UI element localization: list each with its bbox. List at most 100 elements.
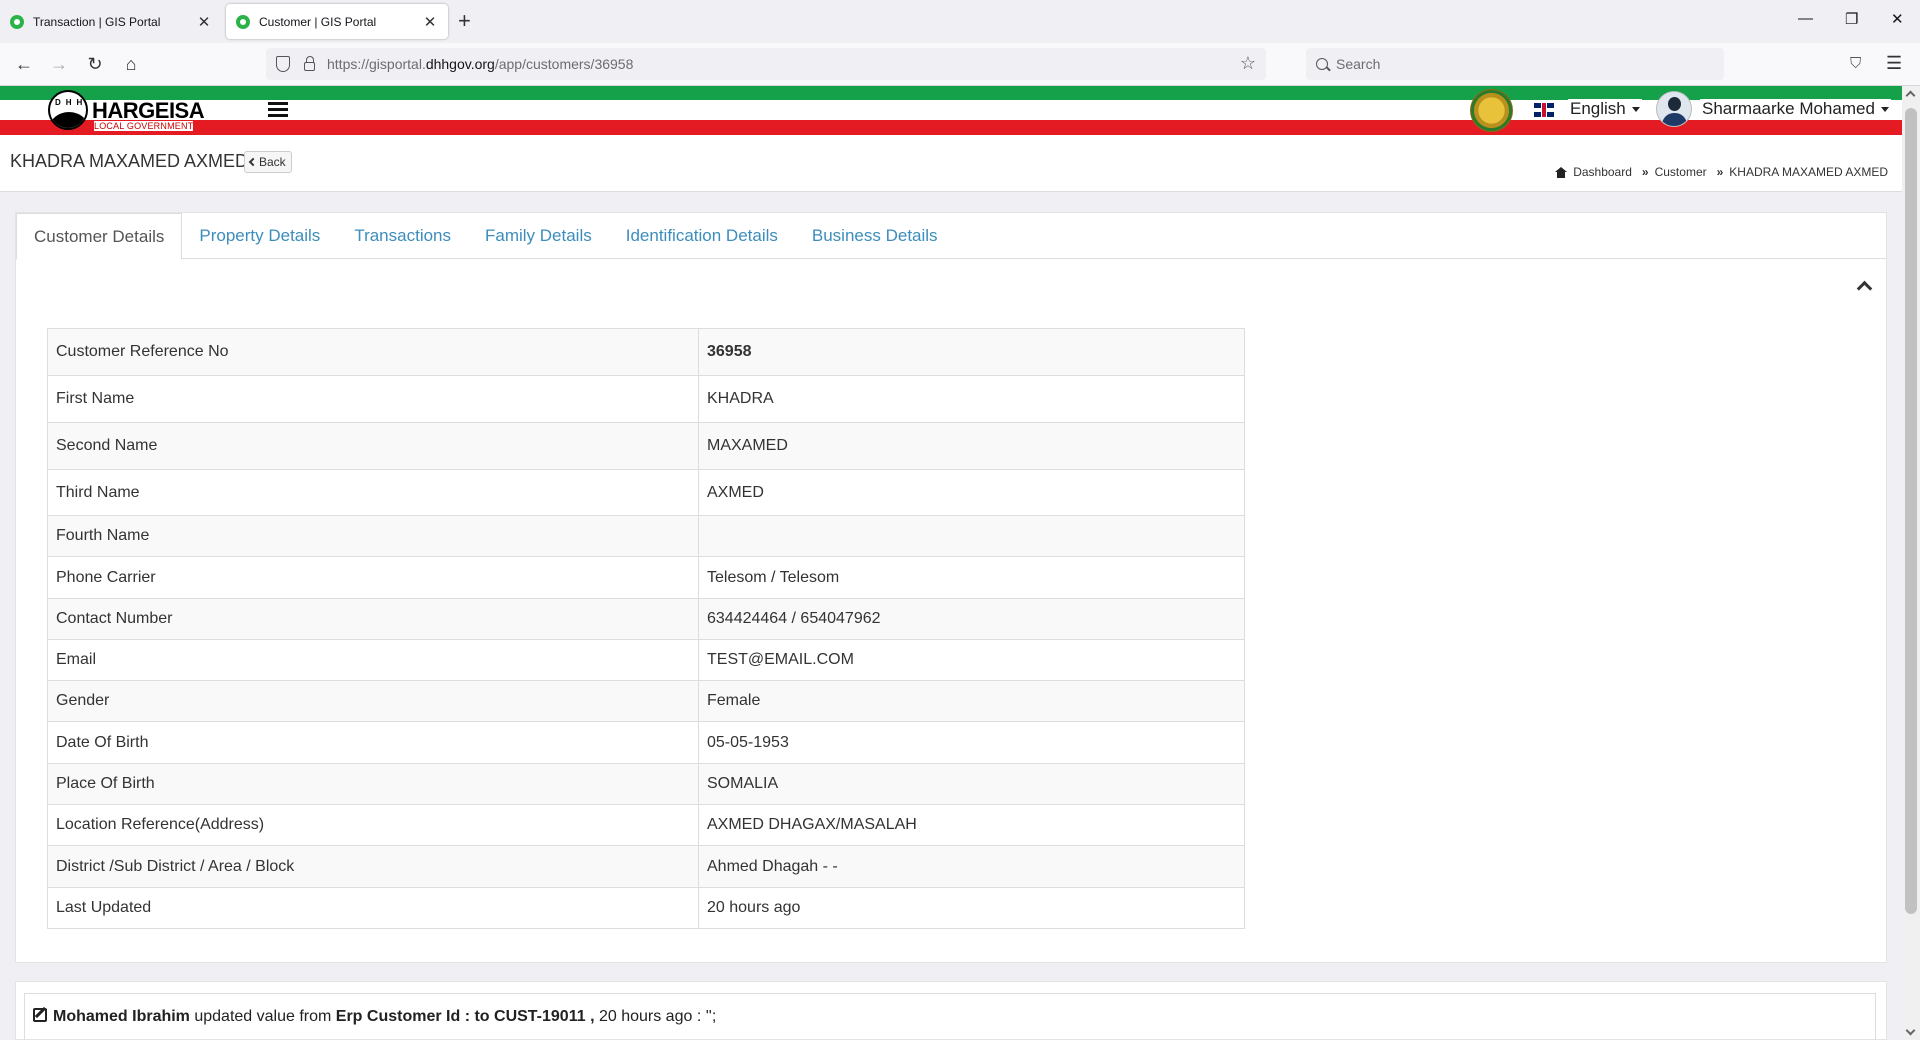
close-tab-icon[interactable]: ✕ — [422, 13, 438, 31]
search-icon — [1316, 58, 1328, 70]
close-tab-icon[interactable]: ✕ — [196, 13, 212, 31]
tab-customer-details[interactable]: Customer Details — [16, 213, 183, 260]
field-label: Last Updated — [47, 887, 699, 929]
field-label: Email — [47, 639, 699, 681]
activity-log: Mohamed Ibrahim updated value from Erp C… — [15, 981, 1887, 1040]
table-row: Second Name MAXAMED — [47, 422, 1245, 470]
field-value: 05-05-1953 — [698, 721, 1245, 764]
field-value: 20 hours ago — [698, 887, 1245, 929]
flag-stripe-red — [0, 120, 1902, 135]
customer-details-table: Customer Reference No 36958 First Name KHA… — [47, 328, 1245, 929]
table-row: Customer Reference No 36958 — [47, 328, 1245, 376]
table-row: Last Updated 20 hours ago — [47, 887, 1245, 929]
breadcrumb-current: KHADRA MAXAMED AXMED — [1729, 165, 1888, 179]
activity-field: Erp Customer Id : to CUST-19011 , — [335, 1008, 595, 1025]
page-title: KHADRA MAXAMED AXMED — [10, 151, 249, 171]
caret-down-icon — [1631, 107, 1640, 113]
field-label: Customer Reference No — [47, 328, 699, 376]
field-label: District /Sub District / Area / Block — [47, 845, 699, 888]
address-bar[interactable]: https://gisportal.dhhgov.org/app/custome… — [266, 48, 1266, 80]
field-value: SOMALIA — [698, 763, 1245, 805]
user-avatar[interactable] — [1656, 91, 1692, 127]
table-row: Fourth Name — [47, 515, 1245, 557]
back-arrow-icon[interactable]: ← — [12, 53, 36, 75]
browser-menu-icon[interactable]: ☰ — [1886, 53, 1902, 74]
language-dropdown[interactable]: English — [1568, 99, 1642, 119]
browser-tab-strip: Transaction | GIS Portal ✕ Customer | GI… — [0, 0, 1920, 43]
field-label: Third Name — [47, 469, 699, 516]
scrollbar-thumb[interactable] — [1905, 108, 1917, 914]
field-label: Second Name — [47, 422, 699, 470]
logo-subtext: LOCAL GOVERNMENT — [94, 121, 194, 131]
field-label: Place Of Birth — [47, 763, 699, 805]
field-label: Contact Number — [47, 598, 699, 640]
table-row: Contact Number 634424464 / 654047962 — [47, 598, 1245, 640]
browser-search-input[interactable]: Search — [1306, 48, 1724, 80]
table-row: First Name KHADRA — [47, 375, 1245, 423]
field-label: Location Reference(Address) — [47, 804, 699, 846]
url-text[interactable]: https://gisportal.dhhgov.org/app/custome… — [327, 56, 633, 72]
field-value: Ahmed Dhagah - - — [698, 845, 1245, 888]
user-menu-dropdown[interactable]: Sharmaarke Mohamed — [1700, 99, 1891, 119]
table-row: Email TEST@EMAIL.COM — [47, 639, 1245, 681]
breadcrumb-customer[interactable]: Customer — [1655, 165, 1707, 179]
scroll-down-icon[interactable] — [1905, 1025, 1916, 1036]
tab-business-details[interactable]: Business Details — [795, 213, 955, 259]
browser-tab-transaction[interactable]: Transaction | GIS Portal ✕ — [0, 4, 222, 39]
field-value: Female — [698, 680, 1245, 722]
field-value: 36958 — [698, 328, 1245, 376]
page-scrollbar[interactable] — [1902, 86, 1920, 1040]
field-value: AXMED — [698, 469, 1245, 516]
back-button[interactable]: Back — [244, 151, 292, 173]
app-header: DHH HARGEISA LOCAL GOVERNMENT English Sh… — [0, 86, 1902, 135]
field-value: AXMED DHAGAX/MASALAH — [698, 804, 1245, 846]
flag-stripe-green — [0, 86, 1902, 100]
field-label: Fourth Name — [47, 515, 699, 557]
field-value: MAXAMED — [698, 422, 1245, 470]
table-row: Gender Female — [47, 680, 1245, 722]
tab-property-details[interactable]: Property Details — [182, 213, 337, 259]
tab-family-details[interactable]: Family Details — [468, 213, 609, 259]
table-row: Place Of Birth SOMALIA — [47, 763, 1245, 805]
table-row: Third Name AXMED — [47, 469, 1245, 516]
field-label: Date Of Birth — [47, 721, 699, 764]
close-window-icon[interactable]: ✕ — [1891, 10, 1904, 28]
tab-transactions[interactable]: Transactions — [337, 213, 468, 259]
hargeisa-logo[interactable]: DHH HARGEISA LOCAL GOVERNMENT — [48, 90, 208, 131]
field-value: TEST@EMAIL.COM — [698, 639, 1245, 681]
sidebar-toggle-icon[interactable] — [268, 102, 288, 117]
restore-window-icon[interactable]: ❐ — [1845, 10, 1858, 28]
pocket-icon[interactable]: ⛉ — [1850, 55, 1861, 72]
minimize-window-icon[interactable]: — — [1798, 10, 1813, 27]
activity-time: 20 hours ago : ''; — [594, 1008, 717, 1025]
edit-icon — [33, 1008, 47, 1022]
site-favicon-icon — [236, 14, 250, 29]
reload-icon[interactable]: ↻ — [83, 53, 107, 75]
browser-toolbar: ← → ↻ ⌂ https://gisportal.dhhgov.org/app… — [0, 43, 1920, 86]
new-tab-icon[interactable]: + — [458, 8, 471, 34]
table-row: Location Reference(Address) AXMED DHAGAX/… — [47, 804, 1245, 846]
caret-down-icon — [1880, 107, 1889, 113]
government-seal-icon — [1470, 89, 1513, 132]
browser-tab-customer[interactable]: Customer | GIS Portal ✕ — [226, 4, 448, 39]
table-row: Date Of Birth 05-05-1953 — [47, 721, 1245, 764]
breadcrumb-dashboard[interactable]: Dashboard — [1573, 165, 1632, 179]
field-value — [698, 515, 1245, 557]
breadcrumb-separator: » — [1716, 165, 1724, 179]
field-value: 634424464 / 654047962 — [698, 598, 1245, 640]
lock-icon[interactable] — [304, 56, 315, 71]
home-icon — [1555, 166, 1568, 178]
field-value: KHADRA — [698, 375, 1245, 423]
bookmark-star-icon[interactable]: ☆ — [1240, 53, 1256, 74]
tracking-protection-icon[interactable] — [276, 56, 290, 72]
logo-emblem-icon: DHH — [48, 90, 88, 130]
field-label: Phone Carrier — [47, 556, 699, 599]
collapse-chevron-up-icon[interactable] — [1856, 280, 1873, 297]
forward-arrow-icon[interactable]: → — [47, 53, 71, 75]
table-row: Phone Carrier Telesom / Telesom — [47, 556, 1245, 599]
home-icon[interactable]: ⌂ — [119, 53, 143, 75]
activity-text: updated value from — [189, 1008, 336, 1025]
tab-identification-details[interactable]: Identification Details — [609, 213, 795, 259]
browser-tab-title: Customer | GIS Portal — [259, 14, 377, 29]
scroll-up-icon[interactable] — [1905, 90, 1916, 101]
